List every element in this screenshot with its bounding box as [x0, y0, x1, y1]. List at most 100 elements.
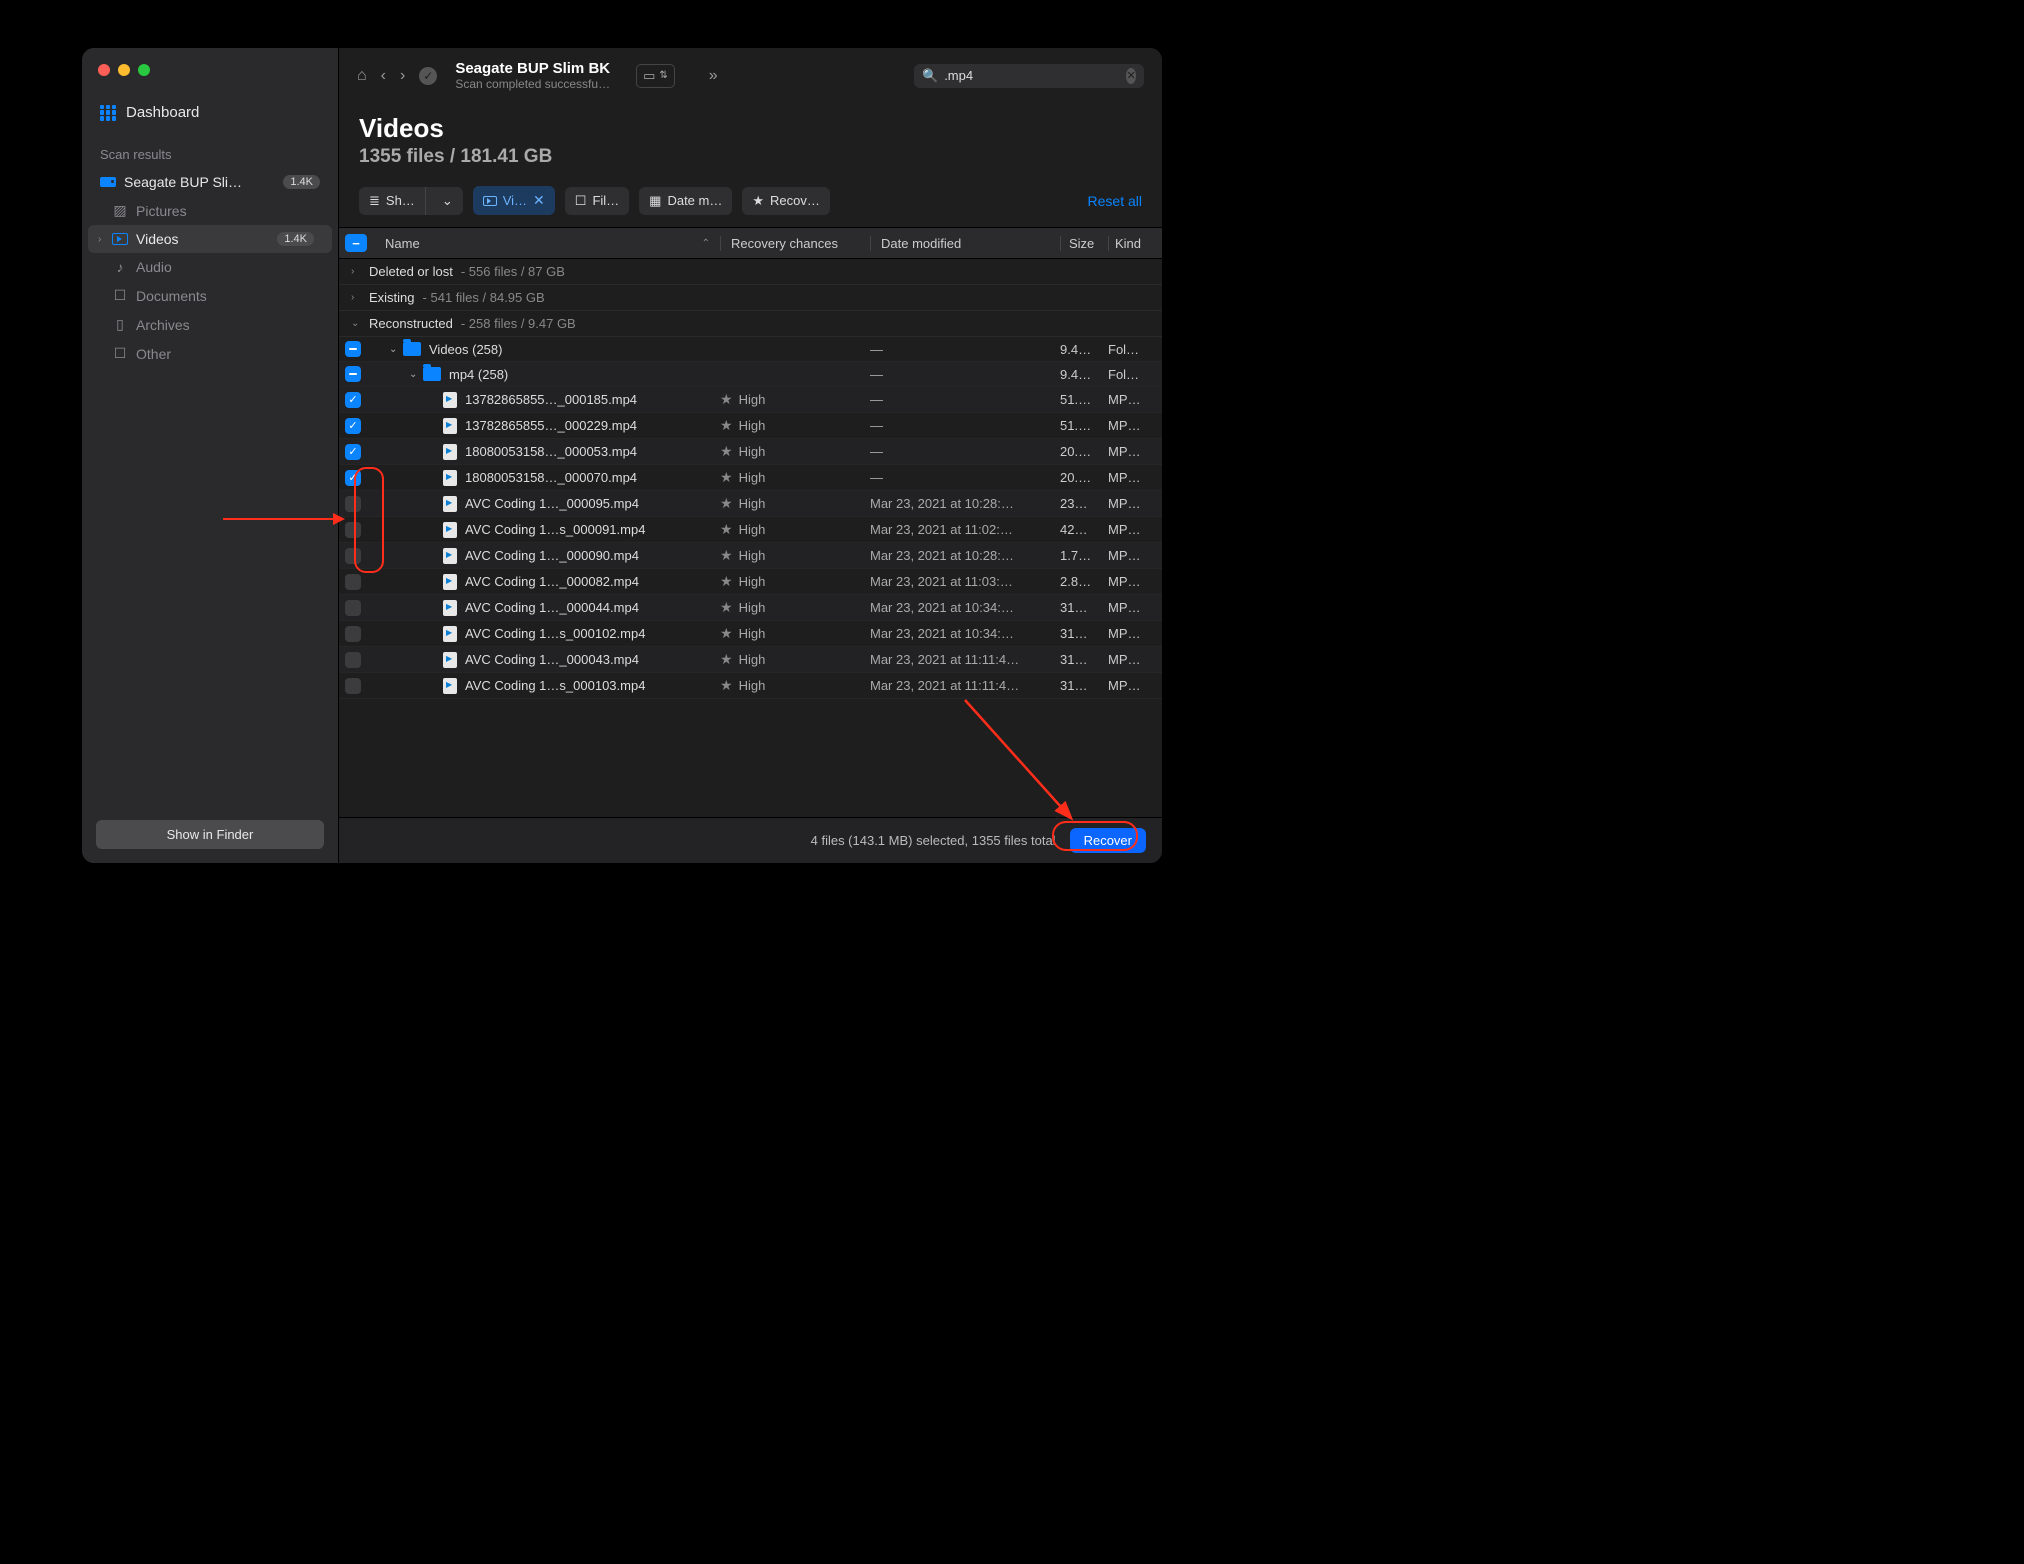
search-box[interactable]: 🔍 ✕: [914, 64, 1144, 88]
recovery-chance: ★High: [720, 391, 870, 408]
table-row[interactable]: AVC Coding 1…_000090.mp4★HighMar 23, 202…: [339, 543, 1162, 569]
file-size: 51.…: [1060, 392, 1108, 407]
checkbox[interactable]: [345, 366, 361, 382]
chevron-down-icon: ⌄: [432, 187, 463, 215]
close-icon[interactable]: [98, 64, 110, 76]
video-filter[interactable]: Vi… ✕: [473, 186, 555, 215]
main-panel: ⌂ ‹ › ✓ Seagate BUP Slim BK Scan complet…: [339, 48, 1162, 863]
footer: 4 files (143.1 MB) selected, 1355 files …: [339, 817, 1162, 863]
sidebar-item-label: Audio: [136, 259, 172, 275]
back-icon[interactable]: ‹: [381, 67, 386, 85]
sidebar-item-audio[interactable]: ♪ Audio: [82, 253, 338, 281]
table-row[interactable]: AVC Coding 1…_000082.mp4★HighMar 23, 202…: [339, 569, 1162, 595]
sidebar-item-pictures[interactable]: ▨ Pictures: [82, 196, 338, 225]
home-icon[interactable]: ⌂: [357, 67, 367, 85]
sidebar-item-label: Pictures: [136, 203, 187, 219]
recovery-filter[interactable]: ★ Recov…: [742, 187, 830, 215]
more-icon[interactable]: »: [709, 67, 718, 85]
sidebar-item-documents[interactable]: ☐ Documents: [82, 281, 338, 310]
table-row[interactable]: AVC Coding 1…_000043.mp4★HighMar 23, 202…: [339, 647, 1162, 673]
app-window: Dashboard Scan results Seagate BUP Sli… …: [82, 48, 1162, 863]
table-row[interactable]: AVC Coding 1…_000095.mp4★HighMar 23, 202…: [339, 491, 1162, 517]
checkmark-circle-icon[interactable]: ✓: [419, 67, 437, 85]
star-icon: ★: [720, 469, 733, 486]
minimize-icon[interactable]: [118, 64, 130, 76]
column-recovery[interactable]: Recovery chances: [720, 236, 870, 251]
maximize-icon[interactable]: [138, 64, 150, 76]
table-row[interactable]: ✓18080053158…_000053.mp4★High—20.…MP…: [339, 439, 1162, 465]
checkbox[interactable]: ✓: [345, 392, 361, 408]
select-all-checkbox[interactable]: −: [345, 234, 367, 252]
toolbar: ⌂ ‹ › ✓ Seagate BUP Slim BK Scan complet…: [339, 48, 1162, 103]
checkbox[interactable]: [345, 678, 361, 694]
sidebar-item-videos[interactable]: › Videos 1.4K: [88, 225, 332, 253]
recovery-chance: ★High: [720, 443, 870, 460]
calendar-icon: ▦: [649, 193, 661, 209]
search-input[interactable]: [944, 68, 1120, 83]
sidebar: Dashboard Scan results Seagate BUP Sli… …: [82, 48, 339, 863]
show-in-finder-button[interactable]: Show in Finder: [96, 820, 324, 849]
date-modified: Mar 23, 2021 at 10:34:…: [870, 600, 1060, 615]
table-row[interactable]: AVC Coding 1…s_000091.mp4★HighMar 23, 20…: [339, 517, 1162, 543]
chevron-down-icon: ⌄: [389, 344, 403, 355]
checkbox[interactable]: [345, 574, 361, 590]
folder-row[interactable]: ⌄ mp4 (258) — 9.4… Fol…: [339, 362, 1162, 387]
star-icon: ★: [720, 547, 733, 564]
recover-button[interactable]: Recover: [1070, 828, 1146, 853]
table-row[interactable]: ✓13782865855…_000185.mp4★High—51.…MP…: [339, 387, 1162, 413]
forward-icon[interactable]: ›: [400, 67, 405, 85]
checkbox[interactable]: [345, 652, 361, 668]
dashboard-link[interactable]: Dashboard: [82, 104, 338, 121]
checkbox[interactable]: [345, 341, 361, 357]
pictures-icon: ▨: [112, 202, 128, 219]
sidebar-item-label: Documents: [136, 288, 207, 304]
group-existing[interactable]: › Existing - 541 files / 84.95 GB: [339, 285, 1162, 311]
drive-icon: [100, 177, 116, 187]
chevron-right-icon: ›: [351, 266, 361, 277]
file-size: 1.7…: [1060, 548, 1108, 563]
file-size: 31…: [1060, 600, 1108, 615]
show-filter[interactable]: ≣Sh… ⌄: [359, 187, 463, 215]
date-modified: Mar 23, 2021 at 10:28:…: [870, 496, 1060, 511]
group-reconstructed[interactable]: ⌄ Reconstructed - 258 files / 9.47 GB: [339, 311, 1162, 337]
checkbox[interactable]: ✓: [345, 418, 361, 434]
file-icon: [443, 470, 457, 486]
sidebar-item-archives[interactable]: ▯ Archives: [82, 310, 338, 339]
volume-subtitle: Scan completed successfu…: [455, 77, 610, 91]
file-name: 13782865855…_000185.mp4: [465, 392, 720, 407]
star-icon: ★: [720, 443, 733, 460]
folder-row[interactable]: ⌄ Videos (258) — 9.4… Fol…: [339, 337, 1162, 362]
table-row[interactable]: AVC Coding 1…s_000102.mp4★HighMar 23, 20…: [339, 621, 1162, 647]
column-kind[interactable]: Kind: [1108, 236, 1152, 251]
checkbox[interactable]: [345, 626, 361, 642]
table-row[interactable]: ✓13782865855…_000229.mp4★High—51.…MP…: [339, 413, 1162, 439]
column-size[interactable]: Size: [1060, 236, 1108, 251]
file-kind: MP…: [1108, 496, 1152, 511]
recovery-chance: ★High: [720, 651, 870, 668]
other-icon: ☐: [112, 345, 128, 362]
remove-filter-icon[interactable]: ✕: [533, 192, 545, 209]
sidebar-drive[interactable]: Seagate BUP Sli… 1.4K: [82, 168, 338, 196]
checkbox[interactable]: [345, 600, 361, 616]
recovery-chance: ★High: [720, 677, 870, 694]
selection-status: 4 files (143.1 MB) selected, 1355 files …: [811, 833, 1056, 848]
column-name[interactable]: Name⌃: [377, 236, 720, 251]
table-row[interactable]: AVC Coding 1…s_000103.mp4★HighMar 23, 20…: [339, 673, 1162, 699]
file-kind: MP…: [1108, 600, 1152, 615]
reset-filters-link[interactable]: Reset all: [1088, 193, 1142, 209]
table-row[interactable]: AVC Coding 1…_000044.mp4★HighMar 23, 202…: [339, 595, 1162, 621]
file-kind: MP…: [1108, 626, 1152, 641]
file-size: 20.…: [1060, 444, 1108, 459]
file-size: 31…: [1060, 678, 1108, 693]
checkbox[interactable]: ✓: [345, 444, 361, 460]
page-header: Videos 1355 files / 181.41 GB: [339, 103, 1162, 186]
group-deleted[interactable]: › Deleted or lost - 556 files / 87 GB: [339, 259, 1162, 285]
file-filter[interactable]: ☐ Fil…: [565, 187, 629, 215]
date-filter[interactable]: ▦ Date m…: [639, 187, 732, 215]
column-date[interactable]: Date modified: [870, 236, 1060, 251]
table-row[interactable]: ✓18080053158…_000070.mp4★High—20.…MP…: [339, 465, 1162, 491]
sidebar-item-other[interactable]: ☐ Other: [82, 339, 338, 368]
file-kind: MP…: [1108, 444, 1152, 459]
folder-nav[interactable]: ▭ ⇅: [636, 64, 675, 88]
clear-search-icon[interactable]: ✕: [1126, 68, 1136, 84]
